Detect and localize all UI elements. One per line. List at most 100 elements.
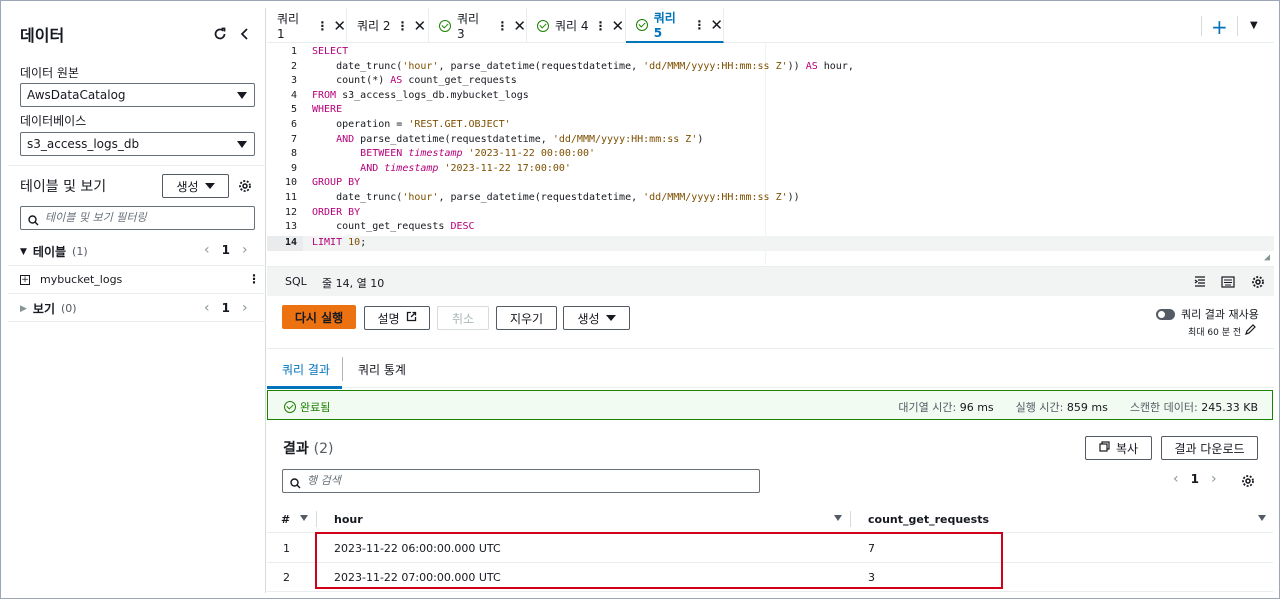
database-label: 데이터베이스 bbox=[20, 114, 87, 128]
copy-icon bbox=[1099, 441, 1110, 455]
more-options-icon[interactable]: ⋮ bbox=[693, 18, 705, 32]
resize-handle-icon[interactable]: ◢ bbox=[1264, 252, 1270, 263]
database-select[interactable]: s3_access_logs_db bbox=[20, 132, 255, 156]
results-title-text: 결과 bbox=[283, 441, 309, 457]
queue-time: 대기열 시간: 96 ms bbox=[898, 399, 993, 415]
reuse-results-toggle[interactable] bbox=[1156, 309, 1175, 320]
results-page-number[interactable]: 1 bbox=[1191, 472, 1199, 486]
row-search-placeholder: 행 검색 bbox=[307, 474, 341, 487]
chevron-right-icon[interactable]: › bbox=[242, 242, 248, 258]
code-line: GROUP BY bbox=[312, 177, 361, 189]
code-line: LIMIT 10; bbox=[312, 237, 367, 248]
explain-button[interactable]: 설명 bbox=[364, 306, 430, 330]
chevron-right-icon[interactable]: › bbox=[1211, 471, 1217, 487]
more-options-icon[interactable]: ⋮ bbox=[595, 19, 607, 33]
query-status-banner: 완료됨 대기열 시간: 96 ms 실행 시간: 859 ms 스캔한 데이터:… bbox=[267, 390, 1273, 420]
sort-icon[interactable] bbox=[834, 515, 842, 521]
expand-plus-icon[interactable]: + bbox=[20, 274, 30, 285]
add-tab-icon[interactable]: + bbox=[1211, 15, 1228, 39]
panel-title: 데이터 bbox=[20, 26, 65, 45]
copy-button[interactable]: 복사 bbox=[1085, 436, 1152, 460]
close-icon[interactable]: ✕ bbox=[612, 17, 625, 35]
tab-menu-caret-icon[interactable]: ▼ bbox=[1250, 20, 1258, 31]
close-icon[interactable]: ✕ bbox=[333, 17, 346, 35]
row-search-input[interactable]: 행 검색 bbox=[282, 469, 760, 493]
cursor-position: 줄 14, 열 10 bbox=[322, 277, 385, 290]
table-item-label: mybucket_logs bbox=[40, 273, 123, 286]
line-gutter: 1 2 3 4 5 6 7 8 9 10 11 12 13 14 bbox=[267, 43, 303, 265]
status-text: 완료됨 bbox=[300, 401, 331, 414]
sort-icon[interactable] bbox=[300, 515, 308, 521]
queue-time-label: 대기열 시간: bbox=[898, 401, 957, 414]
more-options-icon[interactable]: ⋮ bbox=[397, 19, 409, 33]
chevron-right-icon[interactable]: › bbox=[242, 300, 248, 316]
code-line: AND timestamp '2023-11-22 17:00:00' bbox=[360, 162, 571, 174]
run-time: 실행 시간: 859 ms bbox=[1016, 399, 1108, 415]
line-number: 10 bbox=[284, 177, 297, 189]
active-tab-underline bbox=[267, 386, 342, 389]
gear-icon[interactable] bbox=[1248, 272, 1268, 292]
reuse-max-age: 최대 60 분 전 bbox=[1188, 327, 1242, 338]
keyboard-icon[interactable] bbox=[1218, 272, 1238, 292]
divider bbox=[1237, 16, 1238, 36]
close-icon[interactable]: ✕ bbox=[513, 17, 526, 35]
gear-icon[interactable] bbox=[236, 177, 254, 195]
views-page-number[interactable]: 1 bbox=[222, 301, 230, 315]
data-source-select[interactable]: AwsDataCatalog bbox=[20, 83, 255, 107]
format-icon[interactable] bbox=[1190, 272, 1210, 292]
close-icon[interactable]: ✕ bbox=[710, 16, 723, 34]
create-dropdown-button[interactable]: 생성 bbox=[563, 306, 630, 330]
tables-page-number[interactable]: 1 bbox=[222, 243, 230, 257]
more-options-icon[interactable]: ⋮ bbox=[248, 272, 260, 286]
download-results-button[interactable]: 결과 다운로드 bbox=[1161, 436, 1258, 460]
collapse-chevron-icon[interactable] bbox=[236, 25, 254, 43]
table-filter-input[interactable]: 테이블 및 보기 필터링 bbox=[20, 206, 255, 230]
gear-icon[interactable] bbox=[1239, 472, 1257, 490]
tables-section-toggle[interactable]: ▼ 테이블 (1) bbox=[20, 243, 88, 260]
tab-query-3[interactable]: 쿼리 3 ⋮ ✕ bbox=[429, 8, 527, 43]
refresh-icon[interactable] bbox=[211, 25, 229, 43]
chevron-left-icon[interactable]: ‹ bbox=[204, 242, 210, 258]
tables-pager: ‹ 1 › bbox=[204, 242, 248, 258]
tab-query-results[interactable]: 쿼리 결과 bbox=[282, 361, 330, 378]
queue-time-value: 96 ms bbox=[959, 401, 994, 414]
views-pager: ‹ 1 › bbox=[204, 300, 248, 316]
line-number: 9 bbox=[290, 162, 297, 174]
caret-down-icon bbox=[237, 92, 247, 99]
views-section-toggle[interactable]: ▶ 보기 (0) bbox=[20, 300, 77, 317]
column-header-hour[interactable]: hour bbox=[334, 513, 363, 526]
cancel-button[interactable]: 취소 bbox=[437, 306, 489, 330]
create-dropdown-button[interactable]: 생성 bbox=[162, 174, 229, 198]
success-check-icon bbox=[284, 401, 296, 413]
column-header-count[interactable]: count_get_requests bbox=[868, 513, 989, 526]
line-number: 2 bbox=[290, 60, 297, 72]
tab-query-5[interactable]: 쿼리 5 ⋮ ✕ bbox=[626, 8, 724, 43]
explain-label: 설명 bbox=[377, 311, 400, 326]
tab-query-4[interactable]: 쿼리 4 ⋮ ✕ bbox=[527, 8, 626, 43]
column-divider bbox=[850, 511, 851, 527]
caret-right-icon: ▶ bbox=[20, 303, 27, 314]
query-metrics: 대기열 시간: 96 ms 실행 시간: 859 ms 스캔한 데이터: 245… bbox=[898, 399, 1258, 415]
status-completed: 완료됨 bbox=[284, 399, 330, 415]
more-options-icon[interactable]: ⋮ bbox=[316, 19, 328, 33]
run-again-button[interactable]: 다시 실행 bbox=[282, 305, 356, 329]
close-icon[interactable]: ✕ bbox=[414, 17, 427, 35]
tab-query-stats[interactable]: 쿼리 통계 bbox=[358, 361, 406, 378]
clear-button[interactable]: 지우기 bbox=[496, 306, 557, 330]
data-source-value: AwsDataCatalog bbox=[27, 88, 126, 102]
tab-query-2[interactable]: 쿼리 2 ⋮ ✕ bbox=[347, 8, 429, 43]
data-scanned-label: 스캔한 데이터: bbox=[1129, 401, 1198, 414]
more-options-icon[interactable]: ⋮ bbox=[496, 19, 508, 33]
code-line: operation = 'REST.GET.OBJECT' bbox=[312, 119, 511, 130]
table-item-mybucket-logs[interactable]: + mybucket_logs bbox=[20, 273, 122, 286]
code-line: FROM s3_access_logs_db.mybucket_logs bbox=[312, 89, 529, 101]
chevron-left-icon[interactable]: ‹ bbox=[1173, 471, 1179, 487]
chevron-left-icon[interactable]: ‹ bbox=[204, 300, 210, 316]
results-count: (2) bbox=[313, 441, 334, 457]
sql-editor[interactable]: 1 2 3 4 5 6 7 8 9 10 11 12 13 14 SELECT … bbox=[267, 43, 1274, 265]
data-panel: 데이터 데이터 원본 AwsDataCatalog 데이터베이스 s3_acce… bbox=[8, 8, 266, 593]
results-pager: ‹ 1 › bbox=[1173, 471, 1217, 487]
sort-icon[interactable] bbox=[1258, 515, 1266, 521]
tab-query-1[interactable]: 쿼리 1 ⋮ ✕ bbox=[267, 8, 347, 43]
edit-pencil-icon[interactable] bbox=[1245, 324, 1257, 338]
